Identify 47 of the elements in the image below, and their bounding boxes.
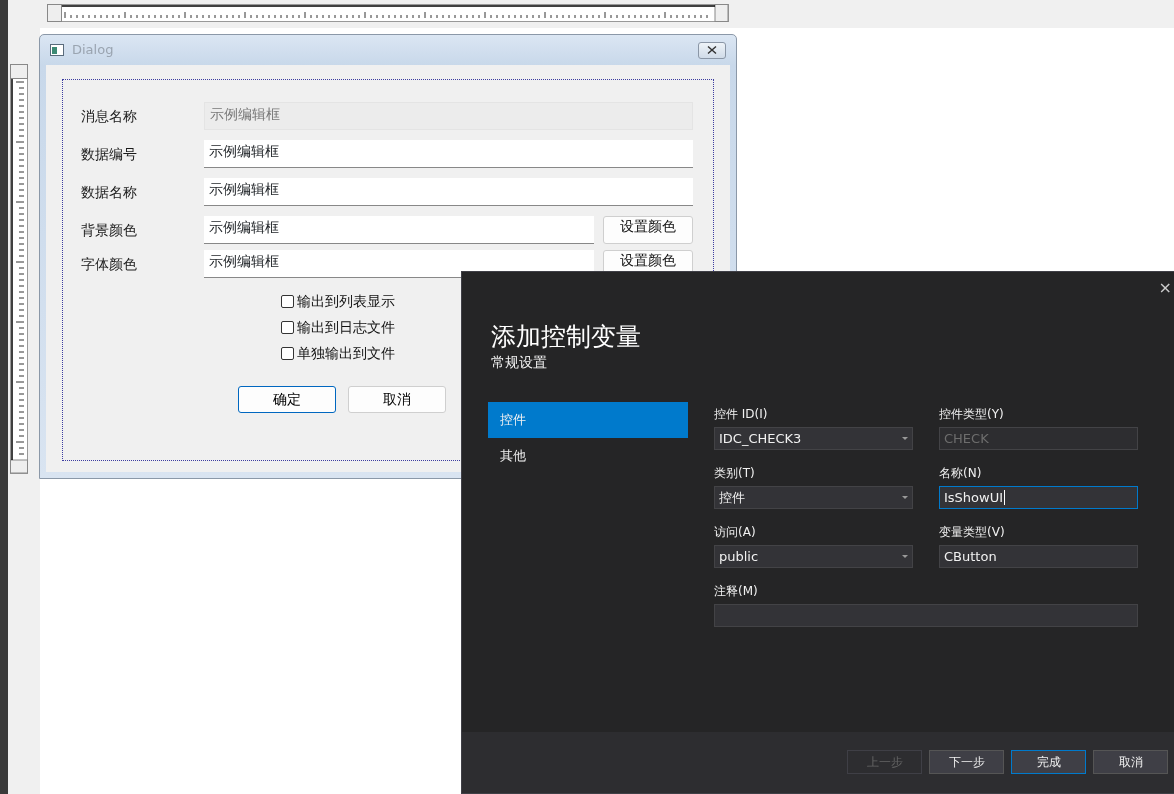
wizard-button[interactable]: 取消 — [1093, 749, 1168, 774]
dropdown[interactable]: public — [714, 545, 913, 568]
dropdown-arrow-icon — [902, 555, 908, 558]
dialog-subtitle: 常规设置 — [491, 353, 548, 372]
set-color-button[interactable]: 设置颜色 — [603, 216, 693, 244]
wizard-button[interactable]: 下一步 — [929, 749, 1004, 774]
field-label: 消息名称 — [81, 106, 138, 126]
field-label: 控件 ID(I) — [714, 407, 769, 421]
dropdown[interactable]: 控件 — [714, 486, 913, 509]
dropdown[interactable]: IDC_CHECK3 — [714, 427, 913, 450]
dropdown-arrow-icon — [902, 496, 908, 499]
dialog-button[interactable]: 取消 — [348, 386, 446, 413]
wizard-button[interactable]: 完成 — [1011, 749, 1086, 774]
text-field[interactable] — [714, 604, 1138, 627]
checkbox-label: 单独输出到文件 — [297, 343, 395, 363]
field-label: 背景颜色 — [81, 220, 138, 240]
checkbox[interactable] — [281, 346, 294, 360]
text-cursor — [1004, 490, 1006, 505]
checkbox[interactable] — [281, 320, 294, 334]
nav-item[interactable]: 控件 — [488, 402, 688, 438]
window-title: Dialog — [72, 41, 114, 60]
field-label: 注释(M) — [714, 584, 759, 598]
field-label: 数据名称 — [81, 182, 138, 202]
field-label: 类别(T) — [714, 466, 756, 480]
text-field[interactable]: CButton — [939, 545, 1138, 568]
close-button[interactable]: × — [1158, 280, 1172, 296]
dialog-title: 添加控制变量 — [491, 322, 642, 352]
close-icon — [707, 46, 717, 54]
checkbox-label: 输出到日志文件 — [297, 317, 395, 337]
close-button[interactable] — [698, 41, 726, 59]
text-field[interactable]: 示例编辑框 — [204, 250, 594, 278]
field-label: 变量类型(V) — [939, 525, 1006, 539]
checkbox[interactable] — [281, 294, 294, 308]
dropdown-arrow-icon — [902, 437, 908, 440]
text-field[interactable]: IsShowUI — [939, 486, 1138, 509]
field-label: 字体颜色 — [81, 254, 138, 274]
field-label: 访问(A) — [714, 525, 757, 539]
window-icon — [50, 44, 64, 56]
field-label: 数据编号 — [81, 144, 138, 164]
field-label: 名称(N) — [939, 466, 983, 480]
text-field[interactable]: 示例编辑框 — [204, 216, 594, 244]
field-label: 控件类型(Y) — [939, 407, 1005, 421]
text-field[interactable]: 示例编辑框 — [204, 178, 693, 206]
text-field[interactable]: 示例编辑框 — [204, 140, 693, 168]
nav-item[interactable]: 其他 — [488, 438, 688, 474]
dialog-button[interactable]: 确定 — [238, 386, 336, 413]
checkbox-label: 输出到列表显示 — [297, 291, 395, 311]
